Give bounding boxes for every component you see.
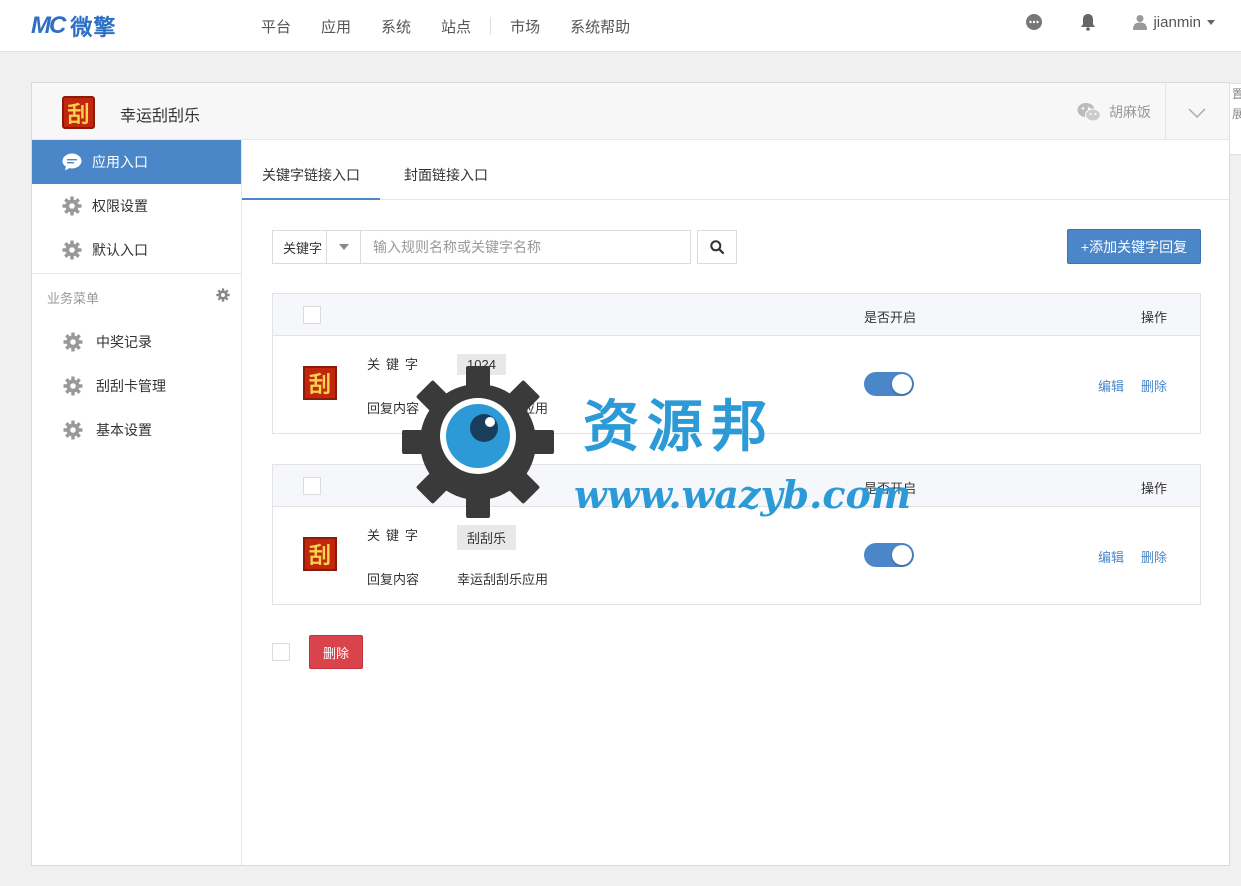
sidebar-item-label: 默认入口 xyxy=(92,242,148,258)
reply-label: 回复内容 xyxy=(367,572,420,587)
nav-system[interactable]: 系统 xyxy=(366,16,426,37)
sidebar-item-card-management[interactable]: 刮刮卡管理 xyxy=(32,364,241,408)
watermark-title: 资源邦 xyxy=(583,394,775,460)
column-enabled: 是否开启 xyxy=(864,310,917,325)
bell-icon[interactable] xyxy=(1079,13,1097,31)
message-icon[interactable] xyxy=(1025,13,1043,31)
gear-icon xyxy=(62,240,82,260)
search-bar: 关键字 xyxy=(272,230,737,264)
gear-icon xyxy=(63,420,83,440)
delete-link[interactable]: 删除 xyxy=(1141,376,1167,395)
rule-app-logo: 刮 xyxy=(303,366,337,400)
caret-down-icon xyxy=(1207,19,1215,25)
keyword-tag: 刮刮乐 xyxy=(457,525,517,550)
edit-link[interactable]: 编辑 xyxy=(1098,376,1124,395)
floating-side-tab[interactable]: 置展 xyxy=(1229,83,1241,155)
entry-tabs: 关键字链接入口 封面链接入口 xyxy=(242,140,1229,200)
edit-link[interactable]: 编辑 xyxy=(1098,547,1124,566)
top-navbar: MC 微擎 平台 应用 系统 站点 市场 系统帮助 jianmin xyxy=(0,0,1241,52)
enable-toggle[interactable] xyxy=(864,543,914,567)
app-name: 幸运刮刮乐 xyxy=(120,108,201,125)
enable-toggle[interactable] xyxy=(864,372,914,396)
header-divider xyxy=(1165,83,1166,140)
wechat-icon xyxy=(1077,103,1101,122)
toggle-knob xyxy=(892,545,912,565)
user-icon xyxy=(1133,15,1148,30)
username: jianmin xyxy=(1153,13,1201,31)
sidebar-item-app-entry[interactable]: 应用入口 xyxy=(32,140,241,184)
sidebar-item-winners[interactable]: 中奖记录 xyxy=(32,320,241,364)
sidebar-item-default-entry[interactable]: 默认入口 xyxy=(32,228,241,272)
bulk-delete-button[interactable]: 删除 xyxy=(309,635,363,669)
search-type-select[interactable]: 关键字 xyxy=(272,230,361,264)
tab-keyword-entry[interactable]: 关键字链接入口 xyxy=(242,140,380,200)
sidebar-item-label: 刮刮卡管理 xyxy=(96,378,166,394)
nav-divider xyxy=(490,17,492,35)
gear-icon xyxy=(63,332,83,352)
rule-app-logo: 刮 xyxy=(303,537,337,571)
chat-icon xyxy=(62,152,82,172)
keyword-label: 关键字 xyxy=(367,528,425,543)
toggle-knob xyxy=(892,374,912,394)
account-name: 胡麻饭 xyxy=(1109,104,1151,120)
sidebar-item-label: 应用入口 xyxy=(92,154,148,170)
column-actions: 操作 xyxy=(1141,310,1168,325)
watermark-gear-icon xyxy=(402,366,554,518)
top-right-tools: jianmin xyxy=(1025,0,1215,44)
rule-checkbox[interactable] xyxy=(303,306,321,324)
rule-checkbox[interactable] xyxy=(303,477,321,495)
column-actions: 操作 xyxy=(1141,481,1168,496)
delete-link[interactable]: 删除 xyxy=(1141,547,1167,566)
app-logo: 刮 xyxy=(62,96,95,129)
sidebar-item-label: 权限设置 xyxy=(92,198,148,214)
user-menu[interactable]: jianmin xyxy=(1133,14,1215,31)
sidebar-section-title: 业务菜单 xyxy=(47,291,100,306)
nav-market[interactable]: 市场 xyxy=(495,16,555,37)
nav-apps[interactable]: 应用 xyxy=(306,16,366,37)
nav-sites[interactable]: 站点 xyxy=(426,16,486,37)
reply-content: 幸运刮刮乐应用 xyxy=(457,572,549,587)
chevron-down-icon[interactable] xyxy=(1187,103,1207,123)
sidebar-item-permissions[interactable]: 权限设置 xyxy=(32,184,241,228)
sidebar: 应用入口 权限设置 默认入口 业务菜单 中奖记录 刮刮卡管理 基本设置 xyxy=(32,140,242,865)
main-nav: 平台 应用 系统 站点 市场 系统帮助 xyxy=(246,0,645,52)
select-all-checkbox[interactable] xyxy=(272,643,290,661)
section-settings-icon[interactable] xyxy=(216,288,230,302)
caret-down-icon xyxy=(326,231,360,263)
watermark-url: www.wazyb.com xyxy=(574,472,912,517)
nav-help[interactable]: 系统帮助 xyxy=(555,16,645,37)
brand-mark: MC xyxy=(31,12,66,39)
sidebar-item-basic-settings[interactable]: 基本设置 xyxy=(32,408,241,452)
gear-icon xyxy=(62,196,82,216)
app-header: 刮 幸运刮刮乐 胡麻饭 xyxy=(32,83,1229,140)
search-button[interactable] xyxy=(697,230,737,264)
search-input[interactable] xyxy=(361,230,691,264)
search-type-value: 关键字 xyxy=(283,240,323,256)
sidebar-item-label: 基本设置 xyxy=(96,422,152,438)
brand-logo[interactable]: MC 微擎 xyxy=(31,10,116,42)
tab-cover-entry[interactable]: 封面链接入口 xyxy=(380,140,512,200)
account-switcher[interactable]: 胡麻饭 xyxy=(1077,102,1151,122)
add-keyword-reply-button[interactable]: +添加关键字回复 xyxy=(1067,229,1201,264)
nav-platform[interactable]: 平台 xyxy=(246,16,306,37)
search-icon xyxy=(710,240,724,254)
sidebar-item-label: 中奖记录 xyxy=(96,334,152,350)
sidebar-divider xyxy=(32,273,241,274)
brand-name: 微擎 xyxy=(70,15,117,40)
gear-icon xyxy=(63,376,83,396)
rule-card-header: 是否开启 操作 xyxy=(273,294,1200,336)
